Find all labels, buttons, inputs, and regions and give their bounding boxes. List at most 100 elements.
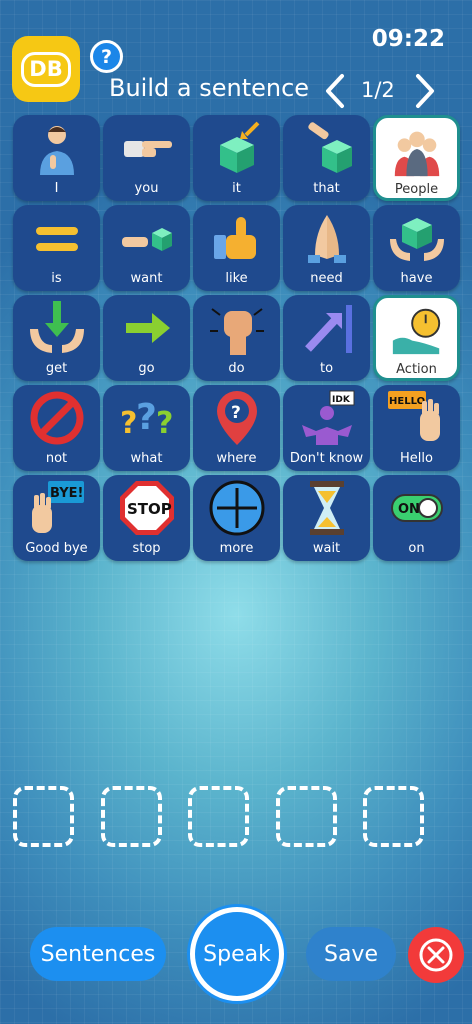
- svg-text:HELLO: HELLO: [389, 396, 425, 407]
- tile-you[interactable]: you: [103, 115, 190, 201]
- tile-hello[interactable]: HELLO Hello: [373, 385, 460, 471]
- plus-circle-icon: [209, 480, 264, 536]
- status-time: 09:22: [371, 26, 445, 52]
- running-shoe-stopwatch-icon: [392, 308, 440, 355]
- tile-is[interactable]: is: [13, 205, 100, 291]
- tile-label: is: [51, 271, 62, 286]
- hand-reaching-cube-icon: [121, 228, 172, 251]
- help-icon: ?: [100, 45, 113, 68]
- tile-people[interactable]: People: [373, 115, 460, 201]
- svg-text:IDK: IDK: [332, 395, 351, 405]
- tile-label: do: [228, 361, 245, 376]
- tile-on[interactable]: ON on: [373, 475, 460, 561]
- praying-hands-icon: [307, 215, 346, 263]
- waving-hand-hello-icon: HELLO: [387, 391, 440, 441]
- sentence-slot[interactable]: [13, 786, 74, 847]
- save-button[interactable]: Save: [306, 927, 396, 981]
- chevron-left-icon[interactable]: [320, 72, 350, 110]
- group-of-people-icon: [394, 131, 439, 177]
- prohibited-icon: [30, 391, 83, 445]
- tile-want[interactable]: want: [103, 205, 190, 291]
- app-logo[interactable]: DB: [12, 36, 80, 102]
- tile-good-bye[interactable]: BYE! Good bye: [13, 475, 100, 561]
- toggle-on-icon: ON: [390, 494, 443, 522]
- tile-like[interactable]: like: [193, 205, 280, 291]
- logo-text: DB: [21, 51, 71, 87]
- raised-fist-icon: [209, 308, 264, 355]
- pointing-hand-icon: [123, 141, 172, 157]
- tile-stop[interactable]: STOP stop: [103, 475, 190, 561]
- right-arrow-icon: [125, 313, 170, 343]
- tile-not[interactable]: not: [13, 385, 100, 471]
- page-title: Build a sentence: [109, 74, 310, 102]
- tile-where[interactable]: ? where: [193, 385, 280, 471]
- tile-i[interactable]: I: [13, 115, 100, 201]
- location-pin-question-icon: ?: [216, 391, 257, 445]
- hand-pointing-cube-icon: [307, 122, 352, 173]
- tile-label: Good bye: [25, 541, 88, 556]
- tile-label: Hello: [400, 451, 433, 466]
- chevron-right-icon[interactable]: [410, 72, 440, 110]
- tile-label: go: [138, 361, 155, 376]
- page-indicator: 1/2: [361, 78, 395, 102]
- hands-holding-cube-icon: [389, 218, 444, 261]
- tile-it[interactable]: it: [193, 115, 280, 201]
- stop-sign-icon: STOP: [119, 481, 174, 535]
- thumbs-up-icon: [213, 217, 256, 259]
- svg-text:?: ?: [156, 406, 173, 441]
- sentence-slot[interactable]: [188, 786, 249, 847]
- tile-do[interactable]: do: [193, 295, 280, 381]
- tile-action[interactable]: Action: [373, 295, 460, 381]
- tile-wait[interactable]: wait: [283, 475, 370, 561]
- tile-have[interactable]: have: [373, 205, 460, 291]
- tile-label: not: [45, 451, 68, 466]
- arrow-to-line-icon: [304, 305, 352, 353]
- tile-label: wait: [312, 541, 341, 556]
- sentences-label: Sentences: [40, 941, 156, 967]
- save-label: Save: [323, 941, 378, 967]
- tile-label: that: [313, 181, 340, 196]
- hands-receiving-arrow-icon: [29, 301, 84, 353]
- svg-text:?: ?: [120, 406, 137, 441]
- tile-label: get: [45, 361, 68, 376]
- sentences-button[interactable]: Sentences: [30, 927, 166, 981]
- tile-label: like: [225, 271, 248, 286]
- tile-label: Action: [396, 362, 437, 377]
- sentence-slot[interactable]: [275, 786, 337, 847]
- tile-label: I: [54, 181, 59, 196]
- svg-text:BYE!: BYE!: [50, 486, 83, 501]
- tile-get[interactable]: get: [13, 295, 100, 381]
- tile-label: need: [310, 271, 343, 286]
- hourglass-icon: [309, 481, 344, 535]
- sentence-slot[interactable]: [100, 786, 162, 847]
- tile-go[interactable]: go: [103, 295, 190, 381]
- svg-text:STOP: STOP: [127, 500, 172, 518]
- tile-label: Don't know: [289, 451, 364, 466]
- tile-label: what: [130, 451, 163, 466]
- equals-icon: [35, 227, 78, 251]
- tile-to[interactable]: to: [283, 295, 370, 381]
- tile-label: stop: [132, 541, 161, 556]
- help-button[interactable]: ?: [90, 40, 123, 73]
- tile-more[interactable]: more: [193, 475, 280, 561]
- waving-hand-bye-icon: BYE!: [31, 481, 84, 533]
- person-pointing-self-icon: [39, 126, 74, 175]
- tile-label: want: [130, 271, 163, 286]
- speak-label: Speak: [203, 941, 271, 967]
- cube-with-arrow-icon: [219, 121, 259, 173]
- question-marks-icon: ???: [120, 397, 173, 441]
- speak-button[interactable]: Speak: [190, 907, 284, 1001]
- svg-text:?: ?: [231, 403, 241, 423]
- svg-text:ON: ON: [398, 502, 420, 517]
- tile-what[interactable]: ??? what: [103, 385, 190, 471]
- tile-need[interactable]: need: [283, 205, 370, 291]
- svg-text:?: ?: [136, 397, 157, 438]
- tile-label: have: [400, 271, 433, 286]
- sentence-slot[interactable]: [363, 786, 424, 847]
- tile-don-t-know[interactable]: IDK Don't know: [283, 385, 370, 471]
- tile-label: where: [216, 451, 257, 466]
- close-button[interactable]: [408, 927, 464, 983]
- tile-label: more: [219, 541, 254, 556]
- tile-that[interactable]: that: [283, 115, 370, 201]
- shrugging-person-idk-icon: IDK: [301, 390, 354, 445]
